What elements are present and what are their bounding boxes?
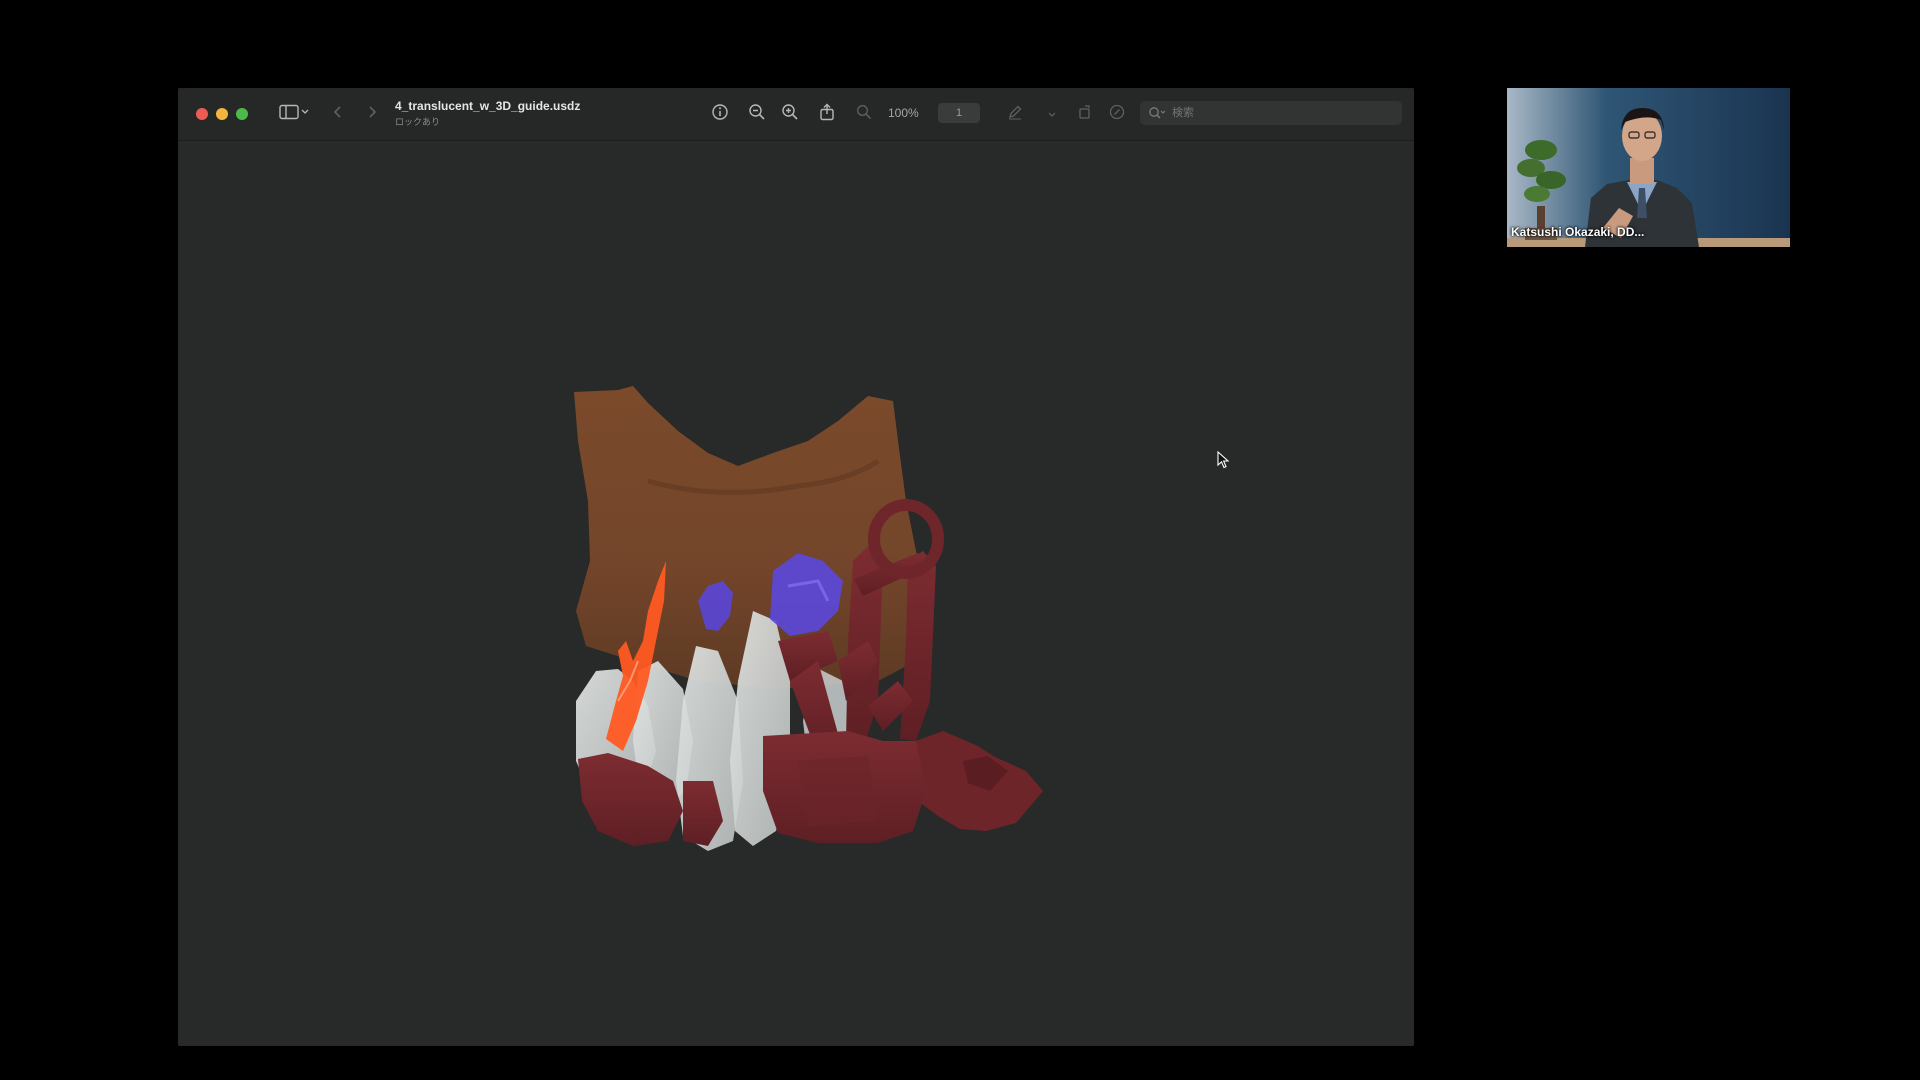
zoom-out-button[interactable] [745, 102, 769, 126]
forward-button[interactable] [362, 102, 382, 126]
mouse-cursor-icon [1217, 450, 1230, 474]
title-bar[interactable]: 4_translucent_w_3D_guide.usdz ロックあり 100%… [178, 88, 1414, 141]
dental-3d-model[interactable] [178, 141, 1414, 1046]
share-button[interactable] [815, 102, 839, 126]
minimize-button[interactable] [216, 108, 228, 120]
search-field[interactable] [1140, 101, 1402, 125]
maximize-button[interactable] [236, 108, 248, 120]
zoom-level: 100% [888, 106, 919, 120]
sidebar-icon [279, 104, 309, 125]
participant-video-feed [1507, 88, 1790, 247]
document-subtitle: ロックあり [395, 117, 441, 127]
chevron-down-icon [1048, 105, 1056, 123]
zoom-out-icon [748, 103, 766, 126]
rotate-icon [1077, 104, 1093, 125]
rotate-button[interactable] [1074, 102, 1096, 126]
3d-model-viewport[interactable] [178, 141, 1414, 1046]
page-number-field[interactable]: 1 [938, 103, 980, 123]
annotate-icon [1109, 104, 1125, 125]
guide-shade [798, 756, 878, 826]
search-icon [1148, 106, 1166, 120]
zoom-to-fit-button[interactable] [852, 102, 876, 126]
sidebar-toggle-button[interactable] [274, 102, 314, 126]
pen-icon [1007, 104, 1023, 125]
preview-window: 4_translucent_w_3D_guide.usdz ロックあり 100%… [178, 88, 1414, 1046]
zoom-in-button[interactable] [778, 102, 802, 126]
chevron-left-icon [333, 105, 343, 124]
chevron-right-icon [367, 105, 377, 124]
back-button[interactable] [328, 102, 348, 126]
markup-menu-button[interactable] [1044, 102, 1060, 126]
info-button[interactable] [708, 102, 732, 126]
info-icon [711, 103, 729, 126]
search-input[interactable] [1170, 106, 1394, 120]
annotate-button[interactable] [1106, 102, 1128, 126]
video-participant-tile[interactable]: Katsushi Okazaki, DD... [1507, 88, 1790, 247]
document-title[interactable]: 4_translucent_w_3D_guide.usdz [395, 99, 580, 113]
markup-button[interactable] [1004, 102, 1026, 126]
close-button[interactable] [196, 108, 208, 120]
zoom-in-icon [781, 103, 799, 126]
participant-name-label: Katsushi Okazaki, DD... [1511, 225, 1645, 239]
screen: 4_translucent_w_3D_guide.usdz ロックあり 100%… [0, 0, 1920, 1080]
share-icon [819, 103, 835, 126]
zoom-fit-icon [856, 104, 872, 125]
